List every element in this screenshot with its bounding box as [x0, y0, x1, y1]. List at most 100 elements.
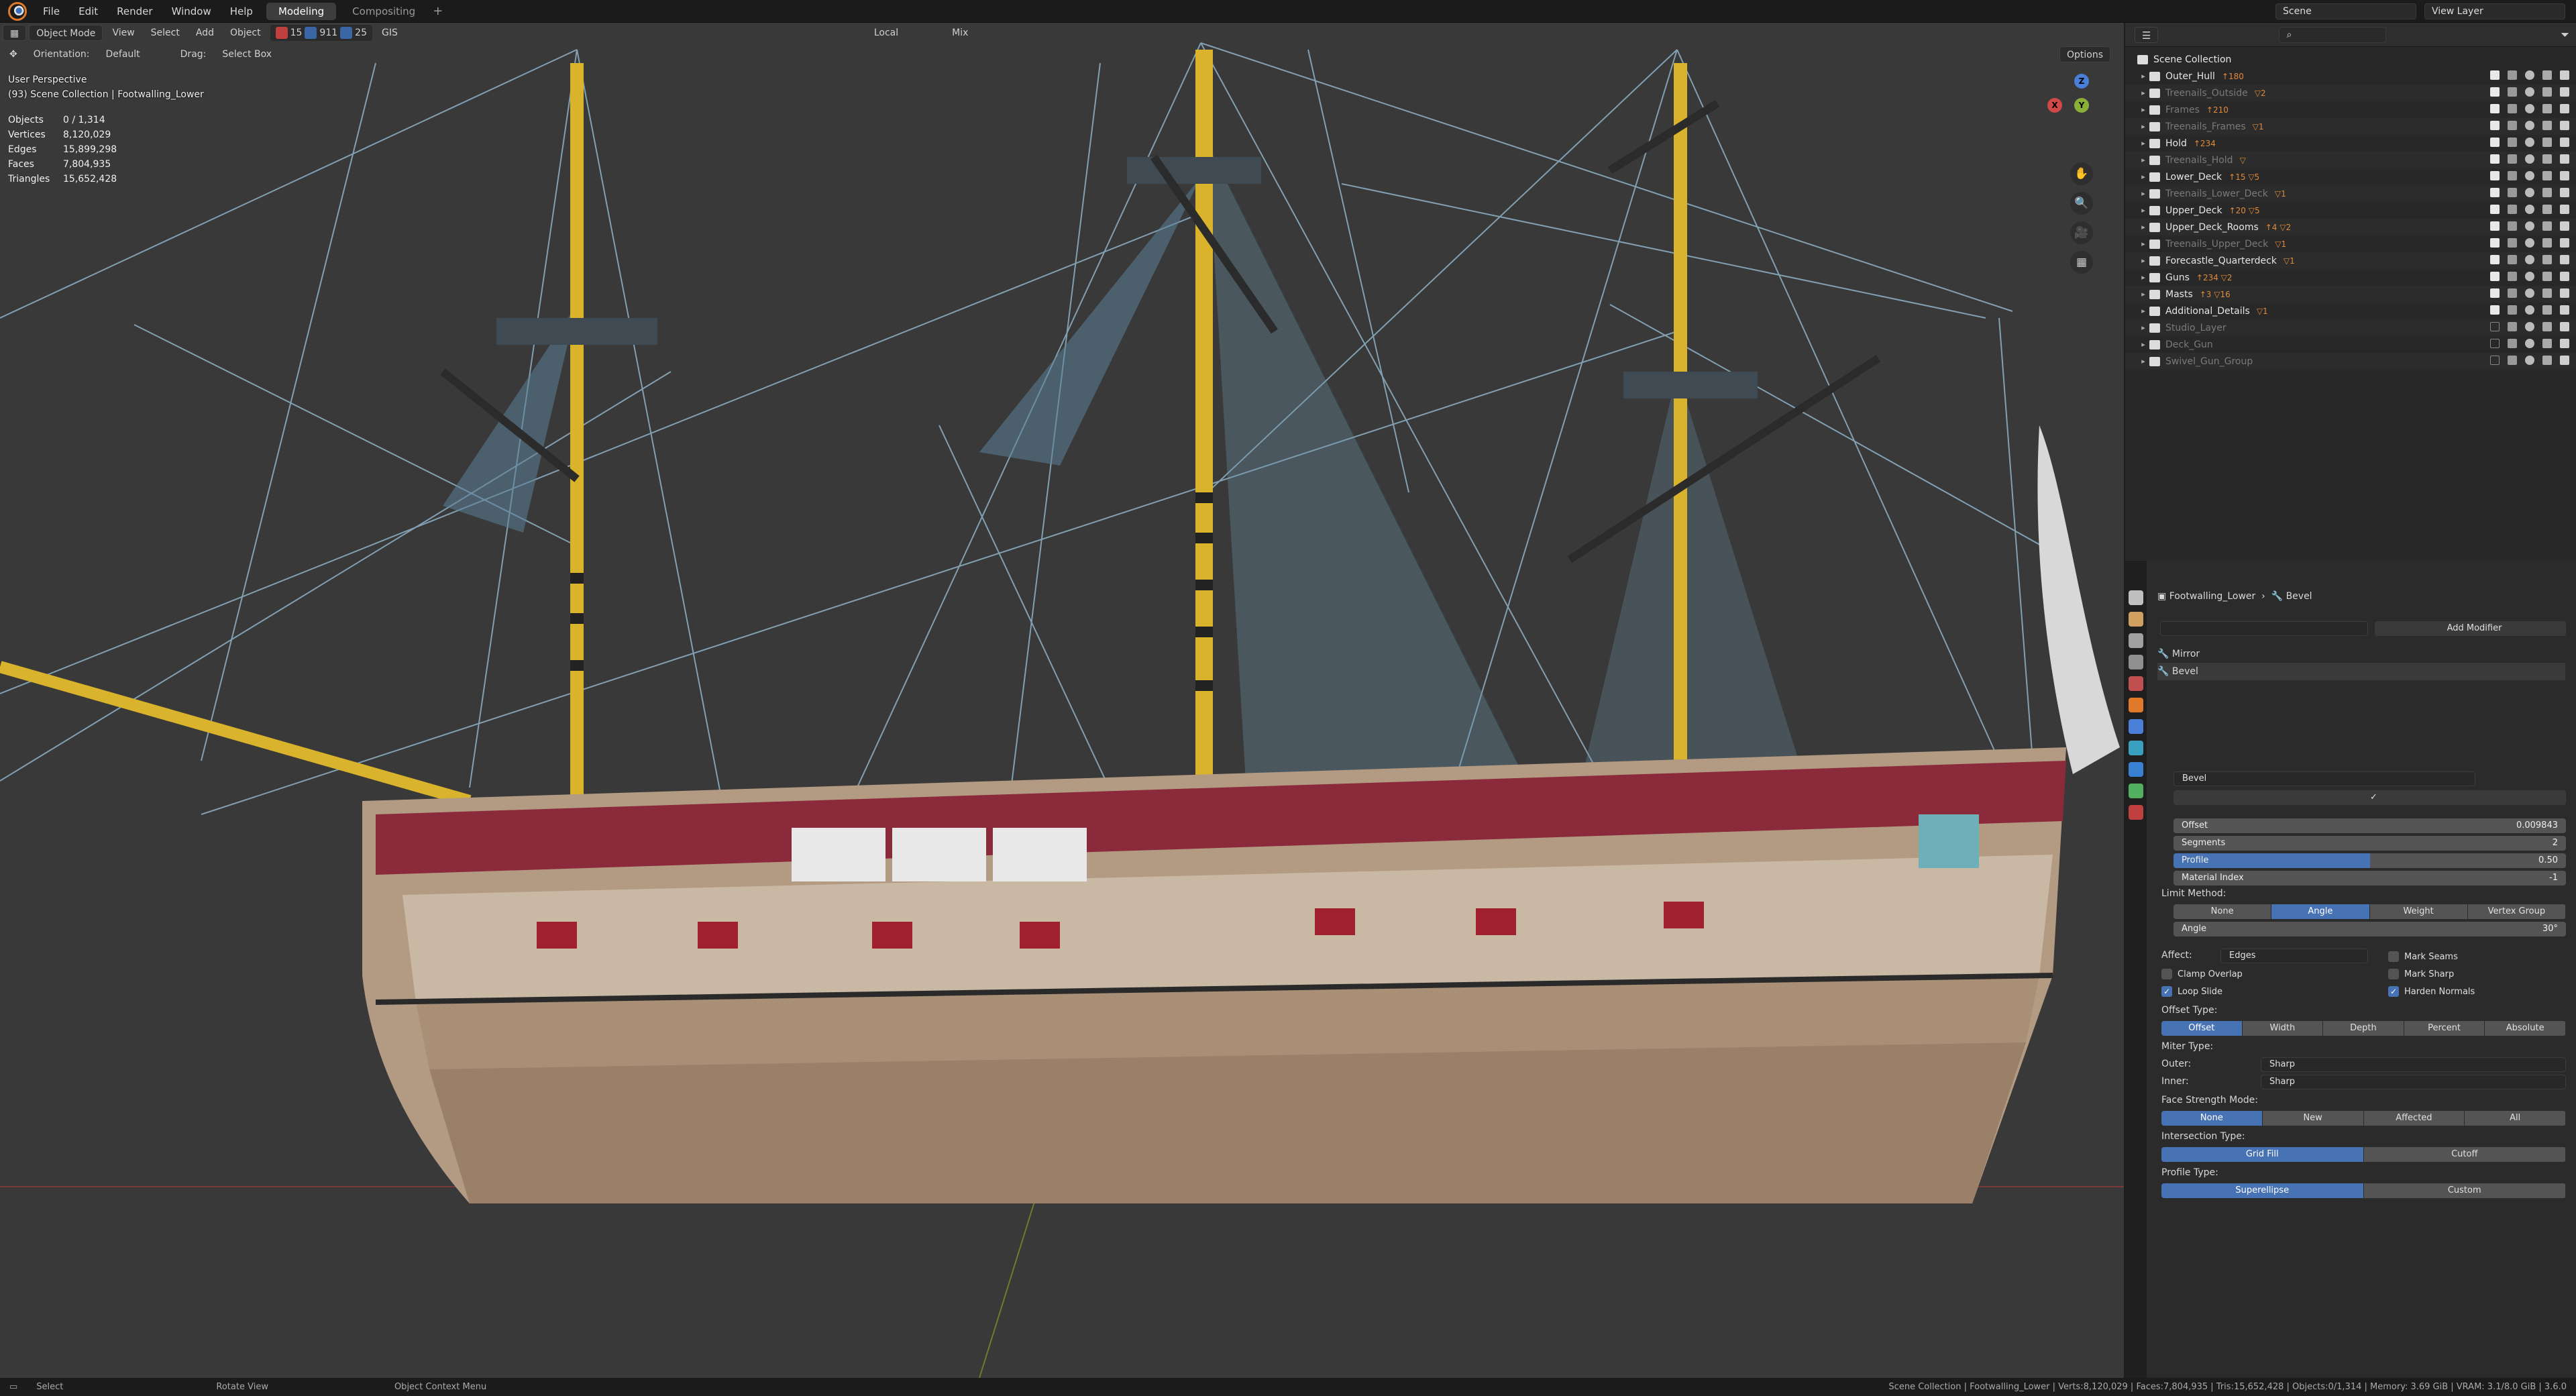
grid-icon[interactable]: ▦: [2070, 251, 2093, 274]
select-arrow-icon[interactable]: [2508, 188, 2517, 197]
chevron-right-icon[interactable]: ▸: [2137, 290, 2149, 299]
gizmo-z-axis[interactable]: Z: [2074, 74, 2089, 89]
chevron-right-icon[interactable]: ▸: [2137, 323, 2149, 332]
outliner-row[interactable]: ▸ Hold ↑234: [2125, 135, 2576, 152]
exclude-checkbox[interactable]: [2490, 238, 2500, 248]
segments-slider[interactable]: Segments 2: [2174, 836, 2566, 851]
select-arrow-icon[interactable]: [2508, 87, 2517, 97]
chevron-right-icon[interactable]: ▸: [2137, 189, 2149, 198]
menu-select[interactable]: Select: [144, 25, 186, 41]
gis-menu[interactable]: GIS: [375, 25, 405, 41]
monitor-icon[interactable]: [2542, 154, 2552, 164]
eye-icon[interactable]: [2525, 356, 2534, 365]
exclude-checkbox[interactable]: [2490, 121, 2500, 130]
add-workspace-icon[interactable]: +: [433, 4, 443, 18]
gizmo-y-axis[interactable]: Y: [2074, 98, 2089, 113]
select-arrow-icon[interactable]: [2508, 288, 2517, 298]
monitor-icon[interactable]: [2542, 305, 2552, 315]
monitor-icon[interactable]: [2542, 171, 2552, 180]
harden-normals-checkbox[interactable]: ✓ Harden Normals: [2388, 986, 2475, 997]
orientation-select[interactable]: Default: [99, 46, 147, 62]
constraints-tab-icon[interactable]: [2129, 784, 2143, 798]
profile-type-custom[interactable]: Custom: [2363, 1183, 2566, 1198]
face-strength-affected[interactable]: Affected: [2363, 1111, 2465, 1126]
chevron-right-icon[interactable]: ▸: [2137, 307, 2149, 315]
profile-type-superellipse[interactable]: Superellipse: [2161, 1183, 2364, 1198]
render-camera-icon[interactable]: [2560, 339, 2569, 348]
render-camera-icon[interactable]: [2560, 104, 2569, 113]
eye-icon[interactable]: [2525, 305, 2534, 315]
render-camera-icon[interactable]: [2560, 154, 2569, 164]
clamp-overlap-checkbox[interactable]: Clamp Overlap: [2161, 969, 2243, 979]
monitor-icon[interactable]: [2542, 238, 2552, 248]
exclude-checkbox[interactable]: [2490, 255, 2500, 264]
offset-type-offset[interactable]: Offset: [2161, 1021, 2243, 1036]
face-strength-new[interactable]: New: [2262, 1111, 2364, 1126]
limit-weight[interactable]: Weight: [2369, 904, 2468, 919]
outliner-row[interactable]: ▸ Guns ↑234 ▽2: [2125, 269, 2576, 286]
limit-none[interactable]: None: [2174, 904, 2272, 919]
eye-icon[interactable]: [2525, 255, 2534, 264]
render-camera-icon[interactable]: [2560, 272, 2569, 281]
monitor-icon[interactable]: [2542, 255, 2552, 264]
outliner-row[interactable]: ▸ Lower_Deck ↑15 ▽5: [2125, 168, 2576, 185]
offset-type-absolute[interactable]: Absolute: [2485, 1021, 2566, 1036]
affect-select[interactable]: Edges: [2220, 949, 2368, 963]
select-arrow-icon[interactable]: [2508, 272, 2517, 281]
select-arrow-icon[interactable]: [2508, 121, 2517, 130]
render-camera-icon[interactable]: [2560, 221, 2569, 231]
intersection-cutoff[interactable]: Cutoff: [2363, 1147, 2566, 1162]
filter-icon[interactable]: ⏷: [2561, 28, 2569, 42]
menu-window[interactable]: Window: [162, 0, 221, 23]
outliner-row[interactable]: ▸ Outer_Hull ↑180: [2125, 68, 2576, 85]
limit-vertex-group[interactable]: Vertex Group: [2467, 904, 2566, 919]
exclude-checkbox[interactable]: [2490, 70, 2500, 80]
modifier-bevel[interactable]: 🔧 Bevel: [2157, 663, 2565, 680]
monitor-icon[interactable]: [2542, 288, 2552, 298]
chevron-right-icon[interactable]: ▸: [2137, 256, 2149, 265]
outliner-row[interactable]: ▸ Forecastle_Quarterdeck ▽1: [2125, 252, 2576, 269]
physics-tab-icon[interactable]: [2129, 762, 2143, 777]
monitor-icon[interactable]: [2542, 87, 2552, 97]
exclude-checkbox[interactable]: [2490, 356, 2500, 365]
outliner-row[interactable]: ▸ Additional_Details ▽1: [2125, 303, 2576, 319]
chevron-right-icon[interactable]: ▸: [2137, 156, 2149, 164]
eye-icon[interactable]: [2525, 205, 2534, 214]
view-layer-selector[interactable]: View Layer: [2424, 3, 2565, 19]
tab-modeling[interactable]: Modeling: [266, 2, 337, 20]
monitor-icon[interactable]: [2542, 188, 2552, 197]
outliner-row[interactable]: ▸ Frames ↑210: [2125, 101, 2576, 118]
face-strength-all[interactable]: All: [2465, 1111, 2566, 1126]
monitor-icon[interactable]: [2542, 205, 2552, 214]
select-arrow-icon[interactable]: [2508, 70, 2517, 80]
monitor-icon[interactable]: [2542, 70, 2552, 80]
move-tool-icon[interactable]: ✥: [3, 46, 24, 62]
render-camera-icon[interactable]: [2560, 188, 2569, 197]
select-arrow-icon[interactable]: [2508, 339, 2517, 348]
eye-icon[interactable]: [2525, 288, 2534, 298]
eye-icon[interactable]: [2525, 104, 2534, 113]
3d-viewport[interactable]: ▦ Object Mode View Select Add Object 15 …: [0, 23, 2124, 1378]
monitor-icon[interactable]: [2542, 339, 2552, 348]
render-camera-icon[interactable]: [2560, 288, 2569, 298]
proportional-mix[interactable]: Mix: [945, 25, 975, 41]
modifier-name-field[interactable]: Bevel: [2174, 771, 2475, 786]
render-camera-icon[interactable]: [2560, 356, 2569, 365]
drag-select[interactable]: Select Box: [215, 46, 278, 62]
outliner-row[interactable]: ▸ Treenails_Frames ▽1: [2125, 118, 2576, 135]
eye-icon[interactable]: [2525, 339, 2534, 348]
menu-object[interactable]: Object: [223, 25, 268, 41]
chevron-right-icon[interactable]: ▸: [2137, 340, 2149, 349]
outliner-row[interactable]: ▸ Masts ↑3 ▽16: [2125, 286, 2576, 303]
exclude-checkbox[interactable]: [2490, 339, 2500, 348]
outliner-row[interactable]: ▸ Upper_Deck_Rooms ↑4 ▽2: [2125, 219, 2576, 235]
add-modifier-button[interactable]: Add Modifier: [2375, 621, 2566, 636]
pan-hand-icon[interactable]: ✋: [2070, 162, 2093, 185]
limit-angle[interactable]: Angle: [2271, 904, 2370, 919]
mode-selector[interactable]: Object Mode: [29, 25, 103, 41]
monitor-icon[interactable]: [2542, 356, 2552, 365]
eye-icon[interactable]: [2525, 188, 2534, 197]
render-camera-icon[interactable]: [2560, 70, 2569, 80]
menu-add[interactable]: Add: [189, 25, 221, 41]
select-arrow-icon[interactable]: [2508, 171, 2517, 180]
